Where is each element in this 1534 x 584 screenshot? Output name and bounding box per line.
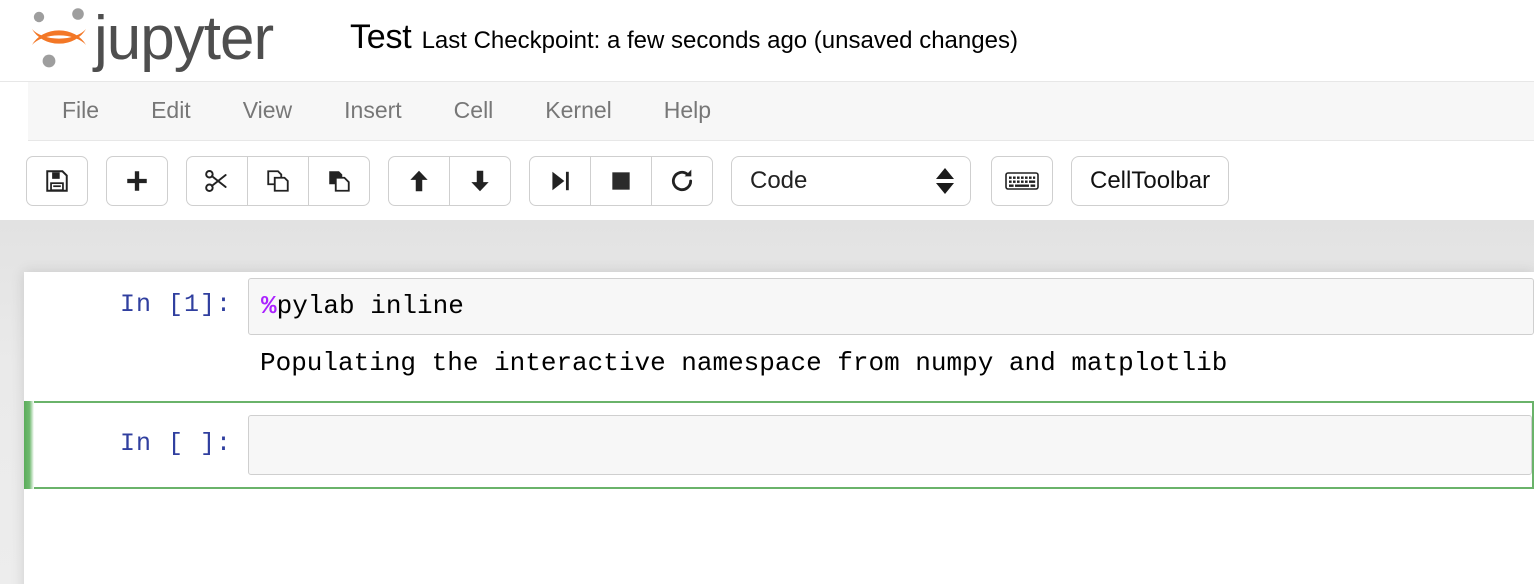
- menu-item-cell[interactable]: Cell: [428, 91, 520, 132]
- copy-icon: [265, 168, 291, 194]
- code-cell[interactable]: In [1]: %pylab inline Populating the int…: [24, 272, 1534, 391]
- notebook-toolbar: Code CellToolbar: [0, 141, 1534, 220]
- scissors-cut-icon: [204, 168, 230, 194]
- toolbar-group-insert: [106, 155, 168, 206]
- input-prompt: In [1]:: [119, 290, 232, 319]
- jupyter-logo-crescents: [32, 29, 86, 45]
- menu-item-kernel[interactable]: Kernel: [519, 91, 637, 132]
- cell-type-select[interactable]: Code: [731, 155, 971, 206]
- restart-kernel-icon: [669, 168, 695, 194]
- celltoolbar-label: CellToolbar: [1090, 166, 1211, 194]
- jupyter-logo[interactable]: jupyter: [20, 3, 320, 77]
- code-input-area[interactable]: [248, 415, 1532, 475]
- arrow-up-icon: [406, 168, 432, 194]
- stop-square-icon: [608, 168, 634, 194]
- menu-item-help[interactable]: Help: [638, 91, 737, 132]
- cell-output-text: Populating the interactive namespace fro…: [260, 347, 1228, 378]
- menu-bar: File Edit View Insert Cell Kernel Help: [0, 82, 1534, 141]
- notebook-name[interactable]: Test: [350, 18, 412, 57]
- code-cell-selected[interactable]: In [ ]:: [24, 401, 1534, 489]
- plus-icon: [124, 168, 150, 194]
- insert-cell-below-button[interactable]: [106, 155, 168, 206]
- menu-item-edit[interactable]: Edit: [125, 91, 217, 132]
- notebook-title-area: Test Last Checkpoint: a few seconds ago …: [350, 18, 1018, 57]
- run-cell-icon: [547, 168, 573, 194]
- copy-cell-button[interactable]: [247, 155, 309, 206]
- save-floppy-disk-icon: [44, 168, 70, 194]
- magic-token: %: [261, 291, 277, 321]
- run-cell-button[interactable]: [529, 155, 591, 206]
- selected-cell-accent-bar: [24, 401, 34, 489]
- toolbar-group-move: [388, 155, 511, 206]
- notebook-container: In [1]: %pylab inline Populating the int…: [24, 272, 1534, 584]
- menu-item-file[interactable]: File: [36, 91, 125, 132]
- paste-icon: [326, 168, 352, 194]
- cell-type-value: Code: [750, 166, 808, 194]
- notebook-page-background: In [1]: %pylab inline Populating the int…: [0, 220, 1534, 584]
- svg-text:jupyter: jupyter: [92, 4, 273, 73]
- toolbar-group-clipboard: [186, 155, 370, 206]
- interrupt-kernel-button[interactable]: [590, 155, 652, 206]
- code-text: pylab inline: [276, 291, 464, 321]
- cell-input-row: In [1]: %pylab inline: [24, 278, 1534, 335]
- paste-cell-button[interactable]: [308, 155, 370, 206]
- notebook-header: jupyter Test Last Checkpoint: a few seco…: [0, 0, 1534, 82]
- toolbar-group-save: [26, 155, 88, 206]
- chevron-updown-icon: [936, 167, 954, 194]
- input-prompt: In [ ]:: [119, 429, 232, 458]
- code-input-area[interactable]: %pylab inline: [248, 278, 1534, 335]
- menu-item-insert[interactable]: Insert: [318, 91, 428, 132]
- cut-cell-button[interactable]: [186, 155, 248, 206]
- toolbar-group-keyboard: [991, 155, 1053, 206]
- output-prompt-spacer: [24, 335, 248, 386]
- restart-kernel-button[interactable]: [651, 155, 713, 206]
- arrow-down-icon: [467, 168, 493, 194]
- move-cell-up-button[interactable]: [388, 155, 450, 206]
- save-button[interactable]: [26, 155, 88, 206]
- keyboard-shortcuts-button[interactable]: [991, 155, 1053, 206]
- last-checkpoint-status: Last Checkpoint: a few seconds ago (unsa…: [421, 27, 1018, 54]
- menu-item-view[interactable]: View: [217, 91, 318, 132]
- celltoolbar-button[interactable]: CellToolbar: [1071, 155, 1230, 206]
- cell-input-row: In [ ]:: [24, 415, 1532, 475]
- move-cell-down-button[interactable]: [449, 155, 511, 206]
- toolbar-group-kernel: [529, 155, 713, 206]
- keyboard-icon: [1005, 170, 1039, 192]
- cell-output-row: Populating the interactive namespace fro…: [24, 335, 1534, 386]
